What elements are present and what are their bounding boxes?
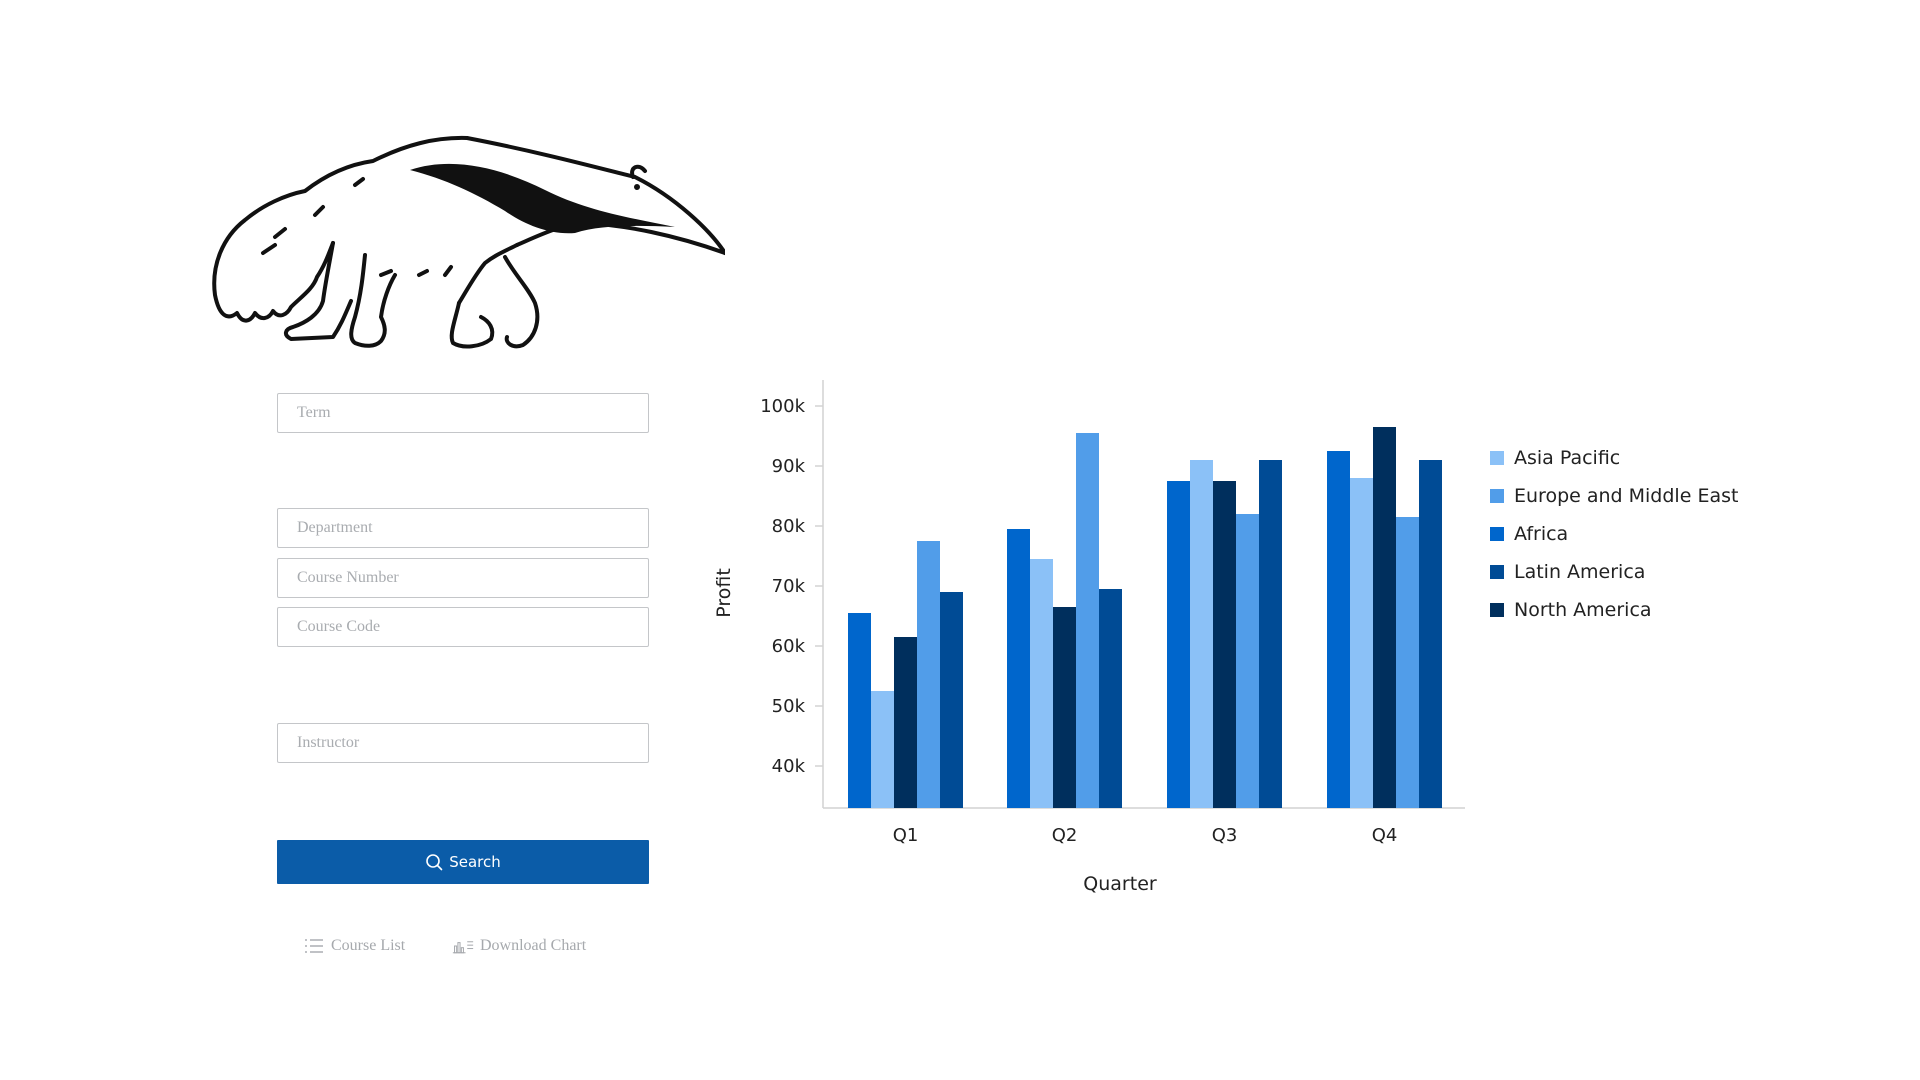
legend-item-latin-america[interactable]: Latin America <box>1490 561 1645 583</box>
legend-label: Latin America <box>1514 561 1645 583</box>
bar-q4-asia-pacific[interactable] <box>1350 478 1373 808</box>
y-tick-label: 40k <box>772 756 806 777</box>
bar-q1-north-america[interactable] <box>894 637 917 808</box>
y-tick-label: 50k <box>772 696 806 717</box>
legend-item-north-america[interactable]: North America <box>1490 599 1652 621</box>
search-button[interactable]: Search <box>277 840 649 884</box>
search-icon <box>426 854 443 871</box>
bar-chart-icon <box>452 941 474 954</box>
y-tick-label: 90k <box>772 456 806 477</box>
legend-label: Europe and Middle East <box>1514 485 1738 507</box>
legend-item-africa[interactable]: Africa <box>1490 523 1568 545</box>
bar-q1-latin-america[interactable] <box>940 592 963 808</box>
bar-q2-latin-america[interactable] <box>1099 589 1122 808</box>
legend-item-europe-and-middle-east[interactable]: Europe and Middle East <box>1490 485 1738 507</box>
bar-q4-latin-america[interactable] <box>1419 460 1442 808</box>
bar-q3-latin-america[interactable] <box>1259 460 1282 808</box>
legend-swatch <box>1490 451 1504 465</box>
legend-label: Africa <box>1514 523 1568 545</box>
bar-q3-north-america[interactable] <box>1213 481 1236 808</box>
x-tick-label: Q4 <box>1372 825 1398 846</box>
bar-q2-north-america[interactable] <box>1053 607 1076 808</box>
bar-q1-europe-and-middle-east[interactable] <box>917 541 940 808</box>
bar-q3-asia-pacific[interactable] <box>1190 460 1213 808</box>
legend-swatch <box>1490 603 1504 617</box>
y-tick-label: 80k <box>772 516 806 537</box>
y-tick-label: 60k <box>772 636 806 657</box>
legend-item-asia-pacific[interactable]: Asia Pacific <box>1490 447 1620 469</box>
download-chart-label: Download Chart <box>480 937 587 954</box>
instructor-input[interactable] <box>277 723 649 763</box>
list-icon <box>305 939 323 953</box>
course-list-label: Course List <box>331 937 406 954</box>
bar-q4-africa[interactable] <box>1327 451 1350 808</box>
bar-q1-africa[interactable] <box>848 613 871 808</box>
anteater-illustration <box>212 135 725 349</box>
y-axis-title: Profit <box>713 568 735 618</box>
profit-bar-chart: 40k 50k 60k 70k 80k 90k 100k Q1 Q2 Q3 Q4 Asia Paci… <box>713 380 1738 895</box>
download-chart-link[interactable]: Download Chart <box>452 934 586 958</box>
x-tick-label: Q1 <box>893 825 919 846</box>
course-code-input[interactable] <box>277 607 649 647</box>
course-list-link[interactable]: Course List <box>303 934 405 958</box>
legend-swatch <box>1490 489 1504 503</box>
x-tick-label: Q2 <box>1052 825 1078 846</box>
bar-q2-asia-pacific[interactable] <box>1030 559 1053 808</box>
y-tick-label: 70k <box>772 576 806 597</box>
bar-q3-europe-and-middle-east[interactable] <box>1236 514 1259 808</box>
term-input[interactable] <box>277 393 649 433</box>
x-axis-title: Quarter <box>1083 873 1157 895</box>
bar-q2-africa[interactable] <box>1007 529 1030 808</box>
bar-q4-north-america[interactable] <box>1373 427 1396 808</box>
department-input[interactable] <box>277 508 649 548</box>
legend-swatch <box>1490 527 1504 541</box>
legend-label: North America <box>1514 599 1652 621</box>
bar-q4-europe-and-middle-east[interactable] <box>1396 517 1419 808</box>
bar-q1-asia-pacific[interactable] <box>871 691 894 808</box>
bar-q3-africa[interactable] <box>1167 481 1190 808</box>
bar-q2-europe-and-middle-east[interactable] <box>1076 433 1099 808</box>
course-number-input[interactable] <box>277 558 649 598</box>
x-tick-label: Q3 <box>1212 825 1238 846</box>
legend-label: Asia Pacific <box>1514 447 1620 469</box>
search-button-label: Search <box>449 853 501 871</box>
y-tick-label: 100k <box>760 396 805 417</box>
legend-swatch <box>1490 565 1504 579</box>
